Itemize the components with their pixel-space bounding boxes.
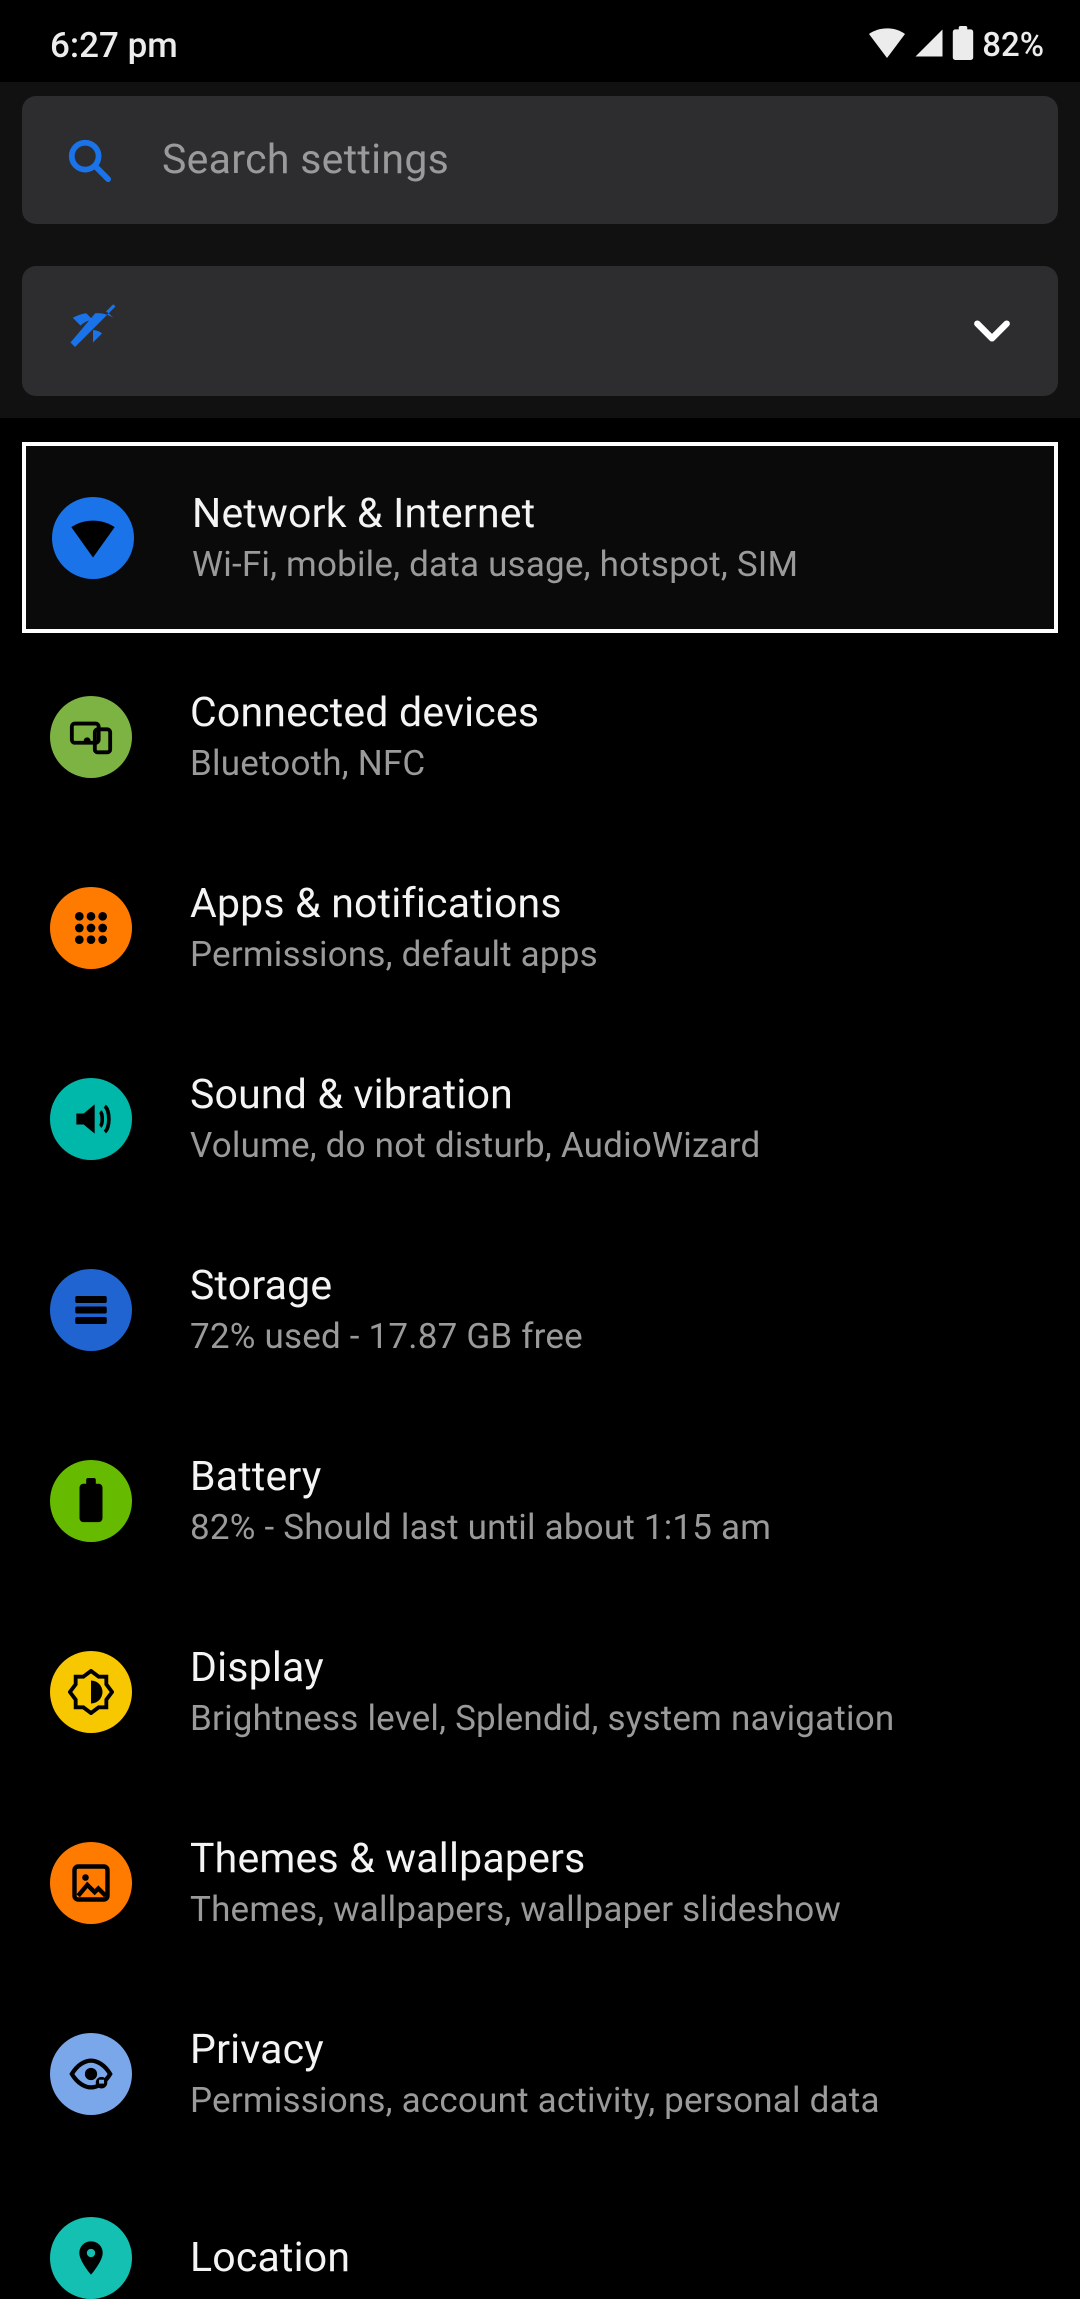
wifi-icon (868, 28, 906, 62)
settings-item-apps[interactable]: Apps & notifications Permissions, defaul… (0, 832, 1080, 1023)
settings-item-privacy[interactable]: Privacy Permissions, account activity, p… (0, 1978, 1080, 2169)
privacy-icon (50, 2033, 132, 2115)
wifi-icon (52, 497, 134, 579)
sound-icon (50, 1078, 132, 1160)
settings-item-title: Network & Internet (192, 490, 798, 538)
devices-icon (50, 696, 132, 778)
search-settings-box[interactable]: Search settings (22, 96, 1058, 224)
settings-item-subtitle: Wi-Fi, mobile, data usage, hotspot, SIM (192, 544, 798, 585)
settings-item-subtitle: Bluetooth, NFC (190, 743, 539, 784)
status-right-icons: 82% (868, 26, 1044, 65)
wallpaper-icon (50, 1842, 132, 1924)
settings-item-subtitle: 72% used - 17.87 GB free (190, 1316, 583, 1357)
location-icon (50, 2217, 132, 2299)
status-bar: 6:27 pm 82% (0, 0, 1080, 82)
battery-icon (50, 1460, 132, 1542)
cellular-icon (912, 28, 946, 62)
settings-item-title: Apps & notifications (190, 880, 598, 928)
settings-item-themes[interactable]: Themes & wallpapers Themes, wallpapers, … (0, 1787, 1080, 1978)
settings-item-title: Battery (190, 1453, 771, 1501)
settings-item-title: Storage (190, 1262, 583, 1310)
settings-item-subtitle: Brightness level, Splendid, system navig… (190, 1698, 894, 1739)
settings-item-subtitle: Volume, do not disturb, AudioWizard (190, 1125, 760, 1166)
settings-item-battery[interactable]: Battery 82% - Should last until about 1:… (0, 1405, 1080, 1596)
search-icon (66, 137, 112, 183)
settings-item-connected-devices[interactable]: Connected devices Bluetooth, NFC (0, 641, 1080, 832)
settings-item-display[interactable]: Display Brightness level, Splendid, syst… (0, 1596, 1080, 1787)
brightness-icon (50, 1651, 132, 1733)
battery-icon (952, 26, 974, 64)
settings-item-subtitle: Themes, wallpapers, wallpaper slideshow (190, 1889, 841, 1930)
settings-top-block: Search settings (0, 82, 1080, 418)
settings-item-subtitle: Permissions, default apps (190, 934, 598, 975)
settings-item-title: Connected devices (190, 689, 539, 737)
chevron-down-icon (970, 309, 1014, 353)
settings-item-title: Privacy (190, 2026, 880, 2074)
search-placeholder: Search settings (162, 136, 449, 184)
settings-item-title: Sound & vibration (190, 1071, 760, 1119)
settings-item-title: Location (190, 2234, 350, 2282)
settings-item-location[interactable]: Location (0, 2169, 1080, 2299)
storage-icon (50, 1269, 132, 1351)
status-time: 6:27 pm (50, 25, 178, 66)
settings-item-subtitle: 82% - Should last until about 1:15 am (190, 1507, 771, 1548)
settings-item-title: Display (190, 1644, 894, 1692)
settings-item-storage[interactable]: Storage 72% used - 17.87 GB free (0, 1214, 1080, 1405)
settings-item-sound[interactable]: Sound & vibration Volume, do not disturb… (0, 1023, 1080, 1214)
settings-item-title: Themes & wallpapers (190, 1835, 841, 1883)
suggestion-expand-card[interactable] (22, 266, 1058, 396)
status-battery-text: 82% (982, 26, 1044, 65)
settings-list: Network & Internet Wi-Fi, mobile, data u… (0, 418, 1080, 2299)
settings-item-network[interactable]: Network & Internet Wi-Fi, mobile, data u… (22, 442, 1058, 633)
apps-icon (50, 887, 132, 969)
settings-item-subtitle: Permissions, account activity, personal … (190, 2080, 880, 2121)
wifi-off-icon (66, 302, 120, 360)
